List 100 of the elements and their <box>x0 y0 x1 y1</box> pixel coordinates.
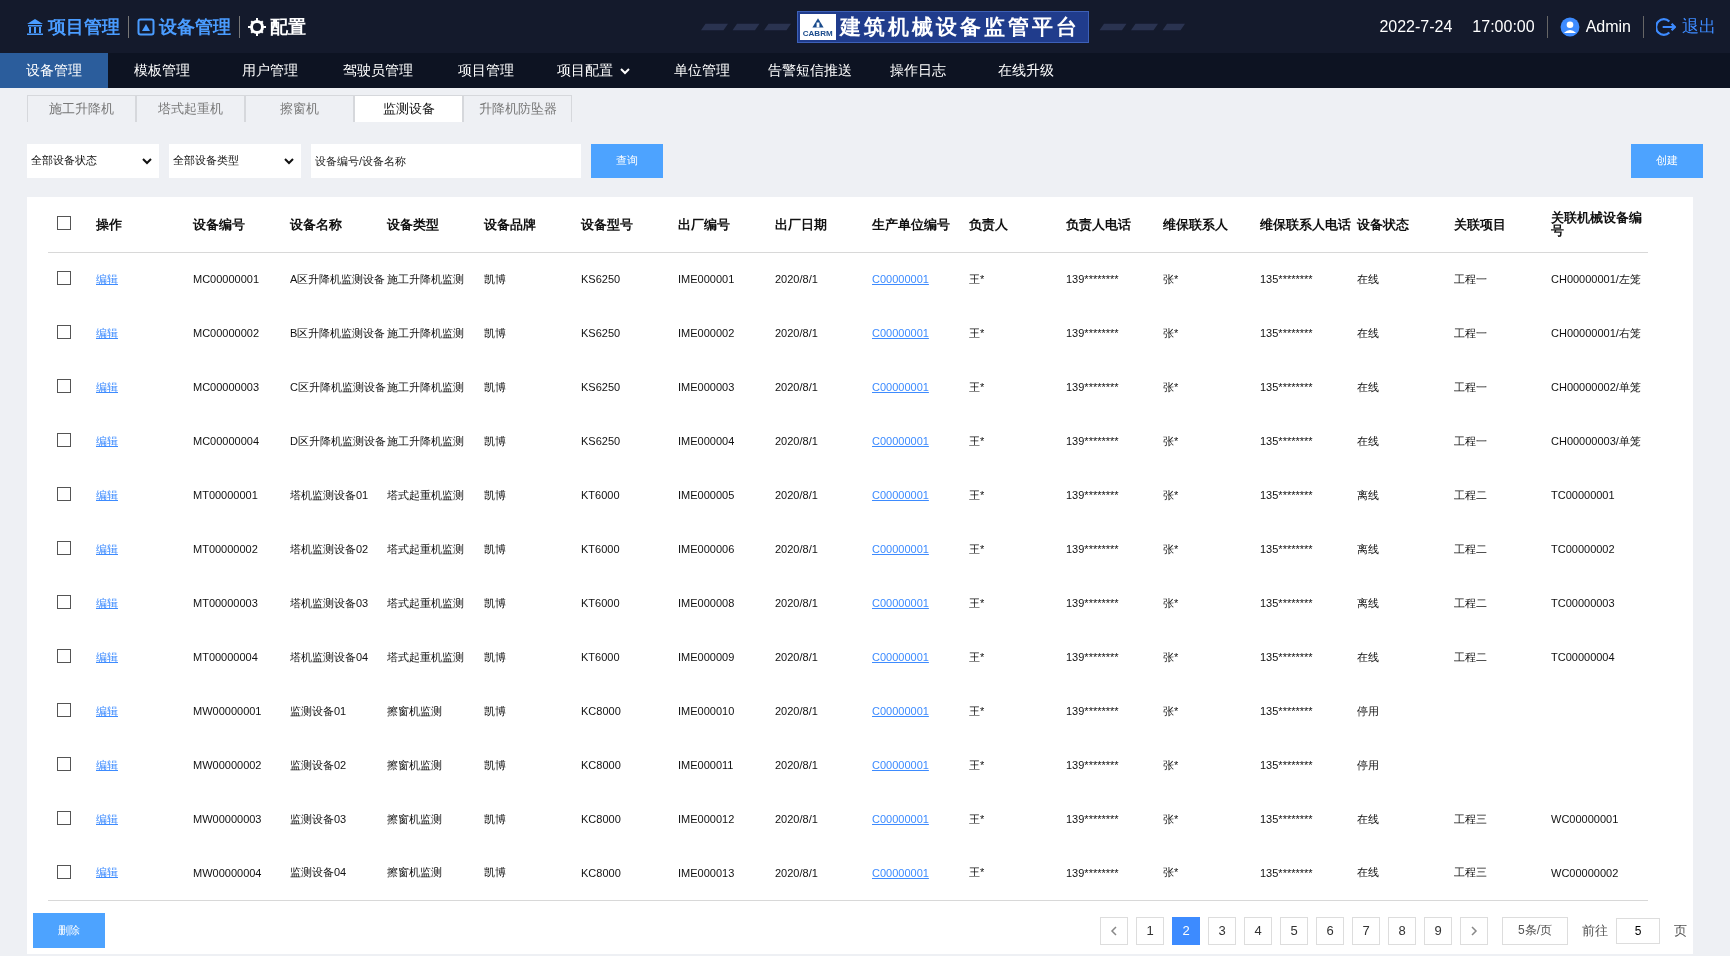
select-field[interactable]: 全部设备状态 <box>27 143 159 178</box>
table-cell: 凯博 <box>484 542 506 555</box>
page-input[interactable]: 5 <box>1616 917 1660 944</box>
unit-link[interactable]: C00000001 <box>872 381 929 393</box>
table-cell: CH00000002/单笼 <box>1551 380 1641 393</box>
unit-link[interactable]: C00000001 <box>872 813 929 825</box>
row-checkbox[interactable] <box>57 757 71 771</box>
row-checkbox[interactable] <box>57 649 71 663</box>
search-field[interactable]: 设备编号/设备名称 <box>311 143 581 178</box>
row-checkbox[interactable] <box>57 379 71 393</box>
row-checkbox[interactable] <box>57 811 71 825</box>
nav-tab[interactable]: 模板管理 <box>108 53 216 88</box>
table-cell: MT00000001 <box>193 489 258 501</box>
table-cell: KT6000 <box>581 543 620 555</box>
header-link[interactable]: 项目管理 <box>26 14 120 39</box>
row-checkbox[interactable] <box>57 864 71 879</box>
nav-tab[interactable]: 设备管理 <box>0 53 108 88</box>
unit-link[interactable]: C00000001 <box>872 759 929 771</box>
nav-tab[interactable]: 驾驶员管理 <box>324 53 432 88</box>
column-header: 设备品牌 <box>484 216 536 232</box>
table-cell: 在线 <box>1357 272 1379 285</box>
page-number[interactable]: 6 <box>1316 916 1344 945</box>
row-checkbox[interactable] <box>57 271 71 286</box>
table-cell: 2020/8/1 <box>775 759 818 771</box>
query-button[interactable]: 查询 <box>591 143 663 178</box>
edit-link[interactable]: 编辑 <box>96 326 118 339</box>
unit-link[interactable]: C00000001 <box>872 651 929 663</box>
sub-tab[interactable]: 监测设备 <box>354 95 463 122</box>
edit-link[interactable]: 编辑 <box>96 596 118 609</box>
unit-link[interactable]: C00000001 <box>872 327 929 339</box>
edit-link[interactable]: 编辑 <box>96 272 118 285</box>
nav-tab[interactable]: 项目管理 <box>432 53 540 88</box>
page-number[interactable]: 9 <box>1424 916 1452 945</box>
page-number[interactable]: 1 <box>1136 916 1164 945</box>
page-number[interactable]: 8 <box>1388 916 1416 945</box>
edit-link[interactable]: 编辑 <box>96 758 118 771</box>
sub-tab[interactable]: 升降机防坠器 <box>463 95 572 122</box>
sub-tab[interactable]: 塔式起重机 <box>136 95 245 122</box>
row-checkbox[interactable] <box>57 595 71 609</box>
table-cell: 停用 <box>1357 758 1379 771</box>
edit-link[interactable]: 编辑 <box>96 866 118 879</box>
unit-link[interactable]: C00000001 <box>872 489 929 501</box>
select-field[interactable]: 全部设备类型 <box>169 143 301 178</box>
row-checkbox[interactable] <box>57 541 71 555</box>
create-button[interactable]: 创建 <box>1631 143 1703 178</box>
edit-link[interactable]: 编辑 <box>96 812 118 825</box>
table-cell: 2020/8/1 <box>775 866 818 879</box>
page-number[interactable]: 4 <box>1244 916 1272 945</box>
nav-tab[interactable]: 告警短信推送 <box>756 53 864 88</box>
logout-link[interactable]: 退出 <box>1656 15 1716 38</box>
header-link[interactable]: 设备管理 <box>137 14 231 39</box>
edit-link[interactable]: 编辑 <box>96 488 118 501</box>
monitor-icon <box>137 17 155 36</box>
nav-tab[interactable]: 单位管理 <box>648 53 756 88</box>
unit-link[interactable]: C00000001 <box>872 597 929 609</box>
table-cell: 在线 <box>1357 326 1379 339</box>
table-cell: KS6250 <box>581 381 621 393</box>
table-cell: 王* <box>969 434 985 447</box>
page-number[interactable]: 7 <box>1352 916 1380 945</box>
table-cell: 凯博 <box>484 704 506 717</box>
page-number[interactable]: 3 <box>1208 916 1236 945</box>
table-cell: 凯博 <box>484 812 506 825</box>
nav-tab[interactable]: 项目配置 <box>540 53 648 88</box>
unit-link[interactable]: C00000001 <box>872 273 929 286</box>
table-cell: 凯博 <box>484 866 506 879</box>
nav-tab[interactable]: 用户管理 <box>216 53 324 88</box>
edit-link[interactable]: 编辑 <box>96 542 118 555</box>
table-cell: 工程三 <box>1454 812 1487 825</box>
page-unit-label: 页 <box>1674 921 1687 940</box>
edit-link[interactable]: 编辑 <box>96 704 118 717</box>
sub-tab[interactable]: 擦窗机 <box>245 95 354 122</box>
edit-link[interactable]: 编辑 <box>96 380 118 393</box>
page-size-select[interactable]: 5条/页 <box>1502 916 1568 945</box>
unit-link[interactable]: C00000001 <box>872 705 929 717</box>
row-checkbox[interactable] <box>57 703 71 717</box>
nav-tab[interactable]: 操作日志 <box>864 53 972 88</box>
page-number[interactable]: 2 <box>1172 916 1200 945</box>
table-cell: 王* <box>969 542 985 555</box>
unit-link[interactable]: C00000001 <box>872 543 929 555</box>
table-cell: 张* <box>1163 758 1179 771</box>
user-menu[interactable]: Admin <box>1559 16 1631 37</box>
select-all-checkbox[interactable] <box>57 216 71 231</box>
edit-link[interactable]: 编辑 <box>96 434 118 447</box>
nav-tab[interactable]: 在线升级 <box>972 53 1080 88</box>
delete-button[interactable]: 删除 <box>33 913 105 948</box>
row-checkbox[interactable] <box>57 487 71 501</box>
platform-title: 建筑机械设备监管平台 <box>839 12 1080 41</box>
unit-link[interactable]: C00000001 <box>872 435 929 447</box>
header-link[interactable]: 配置 <box>248 14 306 39</box>
row-checkbox[interactable] <box>57 325 71 339</box>
page-number[interactable]: 5 <box>1280 916 1308 945</box>
table-cell: KT6000 <box>581 597 620 609</box>
column-header: 操作 <box>96 216 122 232</box>
row-checkbox[interactable] <box>57 433 71 447</box>
sub-tab[interactable]: 施工升降机 <box>27 95 136 122</box>
table-cell: IME000001 <box>678 273 735 286</box>
unit-link[interactable]: C00000001 <box>872 866 929 879</box>
table-cell: IME000005 <box>678 489 735 501</box>
table-cell: 工程一 <box>1454 326 1487 339</box>
edit-link[interactable]: 编辑 <box>96 650 118 663</box>
